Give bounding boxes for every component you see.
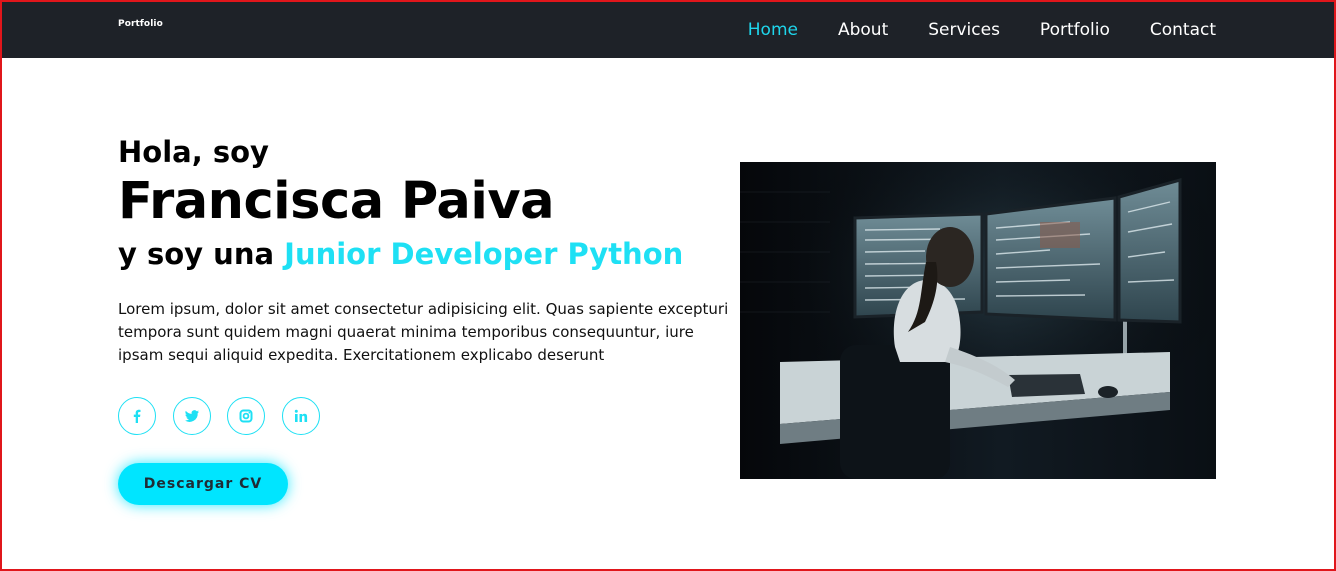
instagram-link[interactable] — [227, 397, 265, 435]
twitter-icon — [184, 410, 199, 422]
navbar: Portfolio Home About Services Portfolio … — [2, 2, 1334, 58]
logo[interactable]: Portfolio — [118, 19, 163, 29]
hero-greeting: Hola, soy — [118, 135, 269, 169]
nav-link-about[interactable]: About — [838, 20, 888, 40]
twitter-link[interactable] — [172, 397, 211, 435]
role-prefix: y soy una — [118, 237, 285, 271]
hero-content: Hola, soy Francisca Paiva y soy una Juni… — [118, 134, 738, 505]
role-highlight: Junior Developer Python — [284, 237, 684, 271]
hero-description: Lorem ipsum, dolor sit amet consectetur … — [118, 300, 729, 364]
hero-role: y soy una Junior Developer Python — [118, 234, 738, 274]
nav-menu: Home About Services Portfolio Contact — [708, 2, 1216, 58]
facebook-icon — [133, 409, 141, 423]
facebook-link[interactable] — [118, 397, 156, 435]
nav-link-services[interactable]: Services — [928, 20, 1000, 40]
nav-link-portfolio[interactable]: Portfolio — [1040, 20, 1110, 40]
linkedin-link[interactable] — [281, 397, 320, 435]
instagram-icon — [239, 409, 253, 423]
hero-name: Francisca Paiva — [118, 172, 555, 231]
developer-workstation-illustration — [740, 162, 1216, 479]
download-cv-button[interactable]: Descargar CV — [118, 463, 288, 505]
linkedin-icon — [294, 409, 307, 422]
nav-link-home[interactable]: Home — [748, 20, 798, 40]
social-links — [118, 397, 738, 435]
nav-link-contact[interactable]: Contact — [1150, 20, 1216, 40]
hero-image — [740, 162, 1216, 479]
